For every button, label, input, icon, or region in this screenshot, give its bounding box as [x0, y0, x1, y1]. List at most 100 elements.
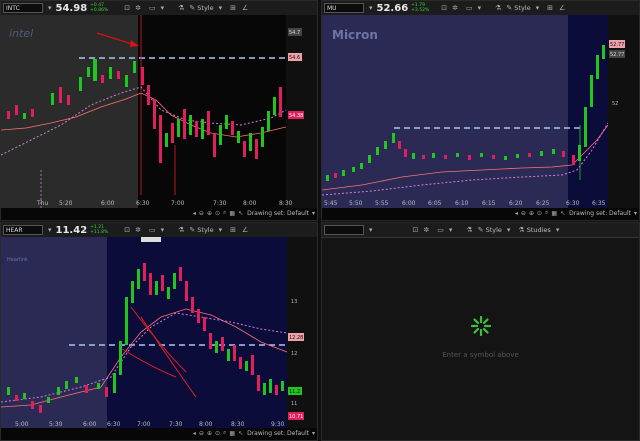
symbol-input[interactable]: INTC	[3, 3, 43, 13]
chart-toolbar: INTC ▾ 54.98 +0.47 +0.86% ⊡ ✲ ▭ ▾ ⚗ ✎ St…	[1, 1, 317, 16]
brush-icon[interactable]: ✎	[189, 226, 195, 234]
candles-icon[interactable]: ⊞	[230, 4, 236, 12]
chevron-down-icon[interactable]: ▾	[219, 226, 223, 234]
zoom-in-icon[interactable]: ⊕	[207, 210, 212, 217]
lock-icon[interactable]: ⊡	[124, 4, 130, 12]
grid-icon[interactable]: ▦	[229, 210, 235, 217]
market-shading	[568, 15, 608, 208]
timeframe-icon[interactable]: ▭	[149, 4, 156, 12]
chevron-down-icon[interactable]: ▾	[536, 4, 540, 12]
grid-icon[interactable]: ▦	[551, 210, 557, 217]
flask-icon[interactable]: ⚗	[495, 4, 501, 12]
chevron-down-icon[interactable]: ▾	[369, 226, 373, 234]
brush-icon[interactable]: ✎	[506, 4, 512, 12]
candles-icon[interactable]: ⊞	[230, 226, 236, 234]
symbol-input[interactable]: HEAR	[3, 225, 43, 235]
y-tick-label: 52.77	[610, 52, 624, 58]
timeframe-icon[interactable]: ▭	[466, 4, 473, 12]
lock-icon[interactable]: ⊡	[413, 226, 419, 234]
chart-pane-empty: ▾ ⊡ ✲ ▭ ▾ ⚗ ✎ Style ▾ ⚗ Studies ▾ Enter …	[321, 222, 640, 441]
chevron-down-icon[interactable]: ▾	[219, 4, 223, 12]
zoom-in-icon[interactable]: ⊕	[529, 210, 534, 217]
lock-icon[interactable]: ⊡	[441, 4, 447, 12]
chevron-down-icon[interactable]: ▾	[449, 226, 453, 234]
chevron-down-icon[interactable]: ▾	[556, 226, 560, 234]
brush-icon[interactable]: ✎	[189, 4, 195, 12]
lock-icon[interactable]: ⊡	[124, 226, 130, 234]
price-chart[interactable]: Micron 52.77 52.77 52 5:45 5:50 5:55 6:0…	[322, 15, 639, 208]
drawing-set[interactable]: Drawing set: Default	[247, 210, 309, 217]
flask-icon[interactable]: ⚗	[178, 4, 184, 12]
chart-toolbar: HEAR ▾ 11.42 +1.21 +11.8% ⊡ ✲ ▭ ▾ ⚗ ✎ St…	[1, 223, 317, 238]
scroll-left-icon[interactable]: ◂	[193, 210, 196, 217]
y-tick-label: 13	[291, 299, 297, 305]
zoom-fit-icon[interactable]: ⊙	[215, 210, 220, 217]
symbol-input[interactable]	[324, 225, 364, 235]
price-change: +1.79 +3.52%	[411, 3, 429, 13]
drawing-set[interactable]: Drawing set: Default	[247, 430, 309, 437]
symbol-input[interactable]: MU	[324, 3, 364, 13]
timeframe-icon[interactable]: ▭	[149, 226, 156, 234]
scroll-left-icon[interactable]: ◂	[515, 210, 518, 217]
gear-icon[interactable]: ✲	[423, 226, 429, 234]
cursor-icon[interactable]: ↖	[560, 210, 565, 217]
premarket-shading	[322, 15, 568, 208]
style-menu[interactable]: Style	[514, 4, 530, 12]
search-icon[interactable]: ⌕	[223, 209, 226, 217]
price-chart[interactable]: intel 54.7 54.6 54.38 Thu 5:20 6:00 6:30…	[1, 15, 317, 208]
gear-icon[interactable]: ✲	[135, 4, 141, 12]
y-tick-label: 54.38	[289, 113, 303, 119]
chevron-down-icon[interactable]: ▾	[634, 210, 637, 217]
zoom-out-icon[interactable]: ⊖	[521, 210, 526, 217]
draw-icon[interactable]: ∠	[242, 226, 248, 234]
price-chart[interactable]: Hearlink 13 12.28 12 11.2 11 10.71 5:00 …	[1, 237, 317, 428]
scroll-left-icon[interactable]: ◂	[193, 430, 196, 437]
zoom-in-icon[interactable]: ⊕	[207, 430, 212, 437]
chevron-down-icon[interactable]: ▾	[507, 226, 511, 234]
chevron-down-icon[interactable]: ▾	[312, 210, 315, 217]
gear-icon[interactable]: ✲	[135, 226, 141, 234]
grid-icon[interactable]: ▦	[229, 430, 235, 437]
candles-icon[interactable]: ⊞	[547, 4, 553, 12]
timeframe-icon[interactable]: ▭	[437, 226, 444, 234]
chevron-down-icon[interactable]: ▾	[478, 4, 482, 12]
flask-icon[interactable]: ⚗	[466, 226, 472, 234]
draw-icon[interactable]: ∠	[242, 4, 248, 12]
flask-icon[interactable]: ⚗	[518, 226, 524, 234]
gear-icon[interactable]: ✲	[452, 4, 458, 12]
zoom-out-icon[interactable]: ⊖	[199, 210, 204, 217]
zoom-fit-icon[interactable]: ⊙	[537, 210, 542, 217]
chevron-down-icon[interactable]: ▾	[48, 4, 52, 12]
bottom-bar: ◂ ⊖ ⊕ ⊙ ⌕ ▦ ↖ Drawing set: Default ▾	[1, 206, 317, 220]
search-icon[interactable]: ⌕	[545, 209, 548, 217]
chevron-down-icon[interactable]: ▾	[48, 226, 52, 234]
chevron-down-icon[interactable]: ▾	[161, 4, 165, 12]
loading-spinner-icon	[470, 315, 492, 337]
brush-icon[interactable]: ✎	[478, 226, 484, 234]
studies-menu[interactable]: Studies	[527, 226, 551, 234]
empty-pane-message: Enter a symbol above	[442, 351, 519, 359]
cursor-icon[interactable]: ↖	[238, 430, 243, 437]
bottom-bar: ◂ ⊖ ⊕ ⊙ ⌕ ▦ ↖ Drawing set: Default ▾	[1, 426, 317, 440]
chevron-down-icon[interactable]: ▾	[312, 430, 315, 437]
chevron-down-icon[interactable]: ▾	[161, 226, 165, 234]
zoom-out-icon[interactable]: ⊖	[199, 430, 204, 437]
last-price: 11.42	[55, 224, 88, 236]
market-shading	[107, 237, 287, 428]
style-menu[interactable]: Style	[486, 226, 502, 234]
style-menu[interactable]: Style	[197, 226, 213, 234]
premarket-shading	[1, 15, 138, 208]
y-tick-label: 52.77	[610, 42, 624, 48]
y-tick-label: 52	[612, 101, 618, 107]
zoom-fit-icon[interactable]: ⊙	[215, 430, 220, 437]
draw-icon[interactable]: ∠	[559, 4, 565, 12]
flask-icon[interactable]: ⚗	[178, 226, 184, 234]
search-icon[interactable]: ⌕	[223, 429, 226, 437]
y-tick-label: 10.71	[289, 414, 303, 420]
cursor-icon[interactable]: ↖	[238, 210, 243, 217]
style-menu[interactable]: Style	[197, 4, 213, 12]
y-tick-label: 54.6	[289, 55, 300, 61]
y-tick-label: 12.28	[289, 335, 303, 341]
drawing-set[interactable]: Drawing set: Default	[569, 210, 631, 217]
chevron-down-icon[interactable]: ▾	[369, 4, 373, 12]
